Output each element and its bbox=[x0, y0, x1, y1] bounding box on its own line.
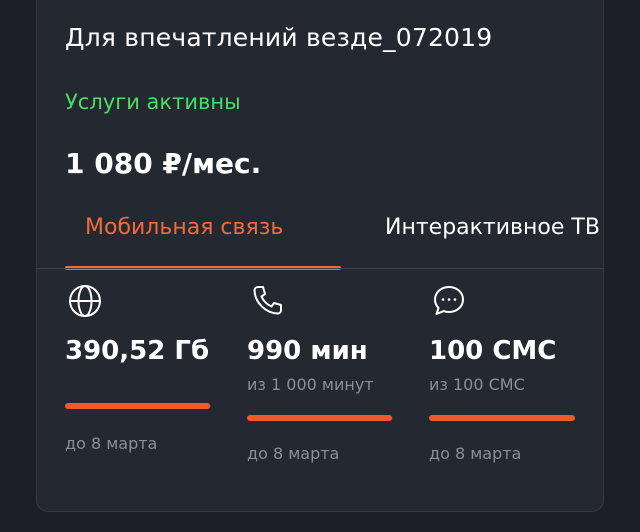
internet-progress-fill bbox=[65, 403, 210, 409]
chat-icon bbox=[429, 281, 469, 321]
tabs-divider bbox=[37, 268, 603, 269]
internet-remaining: 390,52 Гб bbox=[65, 336, 210, 366]
service-tabs: Мобильная связь Интерактивное ТВ bbox=[37, 209, 603, 270]
tab-interactive-tv[interactable]: Интерактивное ТВ bbox=[385, 215, 600, 240]
minutes-valid-until: до 8 марта bbox=[247, 444, 340, 463]
minutes-remaining: 990 мин bbox=[247, 336, 368, 366]
sms-progress-fill bbox=[429, 415, 575, 421]
tariff-card: Для впечатлений везде_072019 Услуги акти… bbox=[36, 0, 604, 512]
sms-valid-until: до 8 марта bbox=[429, 444, 522, 463]
sms-total: из 100 СМС bbox=[429, 375, 525, 394]
service-status: Услуги активны bbox=[65, 90, 241, 114]
globe-icon bbox=[65, 281, 105, 321]
internet-valid-until: до 8 марта bbox=[65, 434, 158, 453]
plan-name: Для впечатлений везде_072019 bbox=[65, 23, 493, 52]
minutes-progress-fill bbox=[247, 415, 392, 421]
phone-icon bbox=[247, 281, 287, 321]
plan-price: 1 080 ₽/мес. bbox=[65, 147, 262, 180]
sms-progress-bar bbox=[429, 415, 575, 421]
minutes-total: из 1 000 минут bbox=[247, 375, 374, 394]
internet-progress-bar bbox=[65, 403, 211, 409]
sms-remaining: 100 СМС bbox=[429, 336, 557, 366]
tab-mobile[interactable]: Мобильная связь bbox=[85, 215, 283, 240]
minutes-progress-bar bbox=[247, 415, 393, 421]
